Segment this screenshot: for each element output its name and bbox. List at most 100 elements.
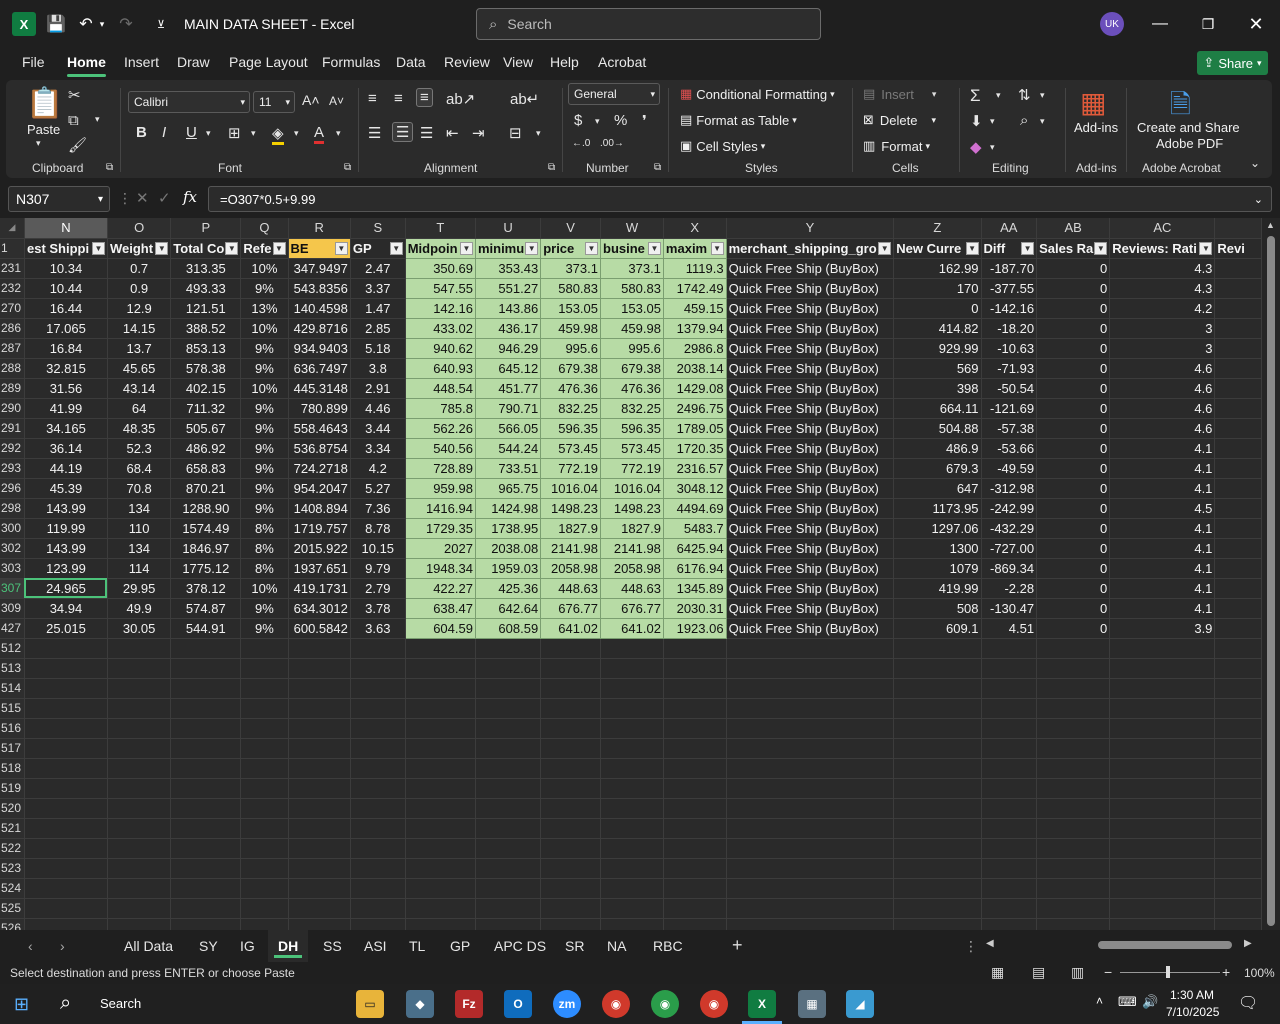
- minimize-icon[interactable]: —: [1150, 12, 1170, 36]
- cell[interactable]: [1214, 498, 1262, 519]
- sheet-tab-tl[interactable]: TL: [409, 938, 425, 954]
- cell[interactable]: [107, 758, 172, 779]
- cell[interactable]: 1416.94: [405, 498, 476, 519]
- cell[interactable]: 2.47: [350, 258, 406, 279]
- cell[interactable]: [288, 758, 351, 779]
- chevron-down-icon[interactable]: ▾: [206, 128, 211, 139]
- cell[interactable]: -50.54: [981, 378, 1038, 399]
- cell[interactable]: [981, 878, 1038, 899]
- cell[interactable]: -18.20: [981, 318, 1038, 339]
- cell[interactable]: 10%: [240, 578, 289, 599]
- cell[interactable]: 476.36: [540, 378, 601, 399]
- cell[interactable]: 121.51: [170, 298, 242, 319]
- row-number[interactable]: 232: [0, 278, 25, 299]
- cell[interactable]: [540, 678, 601, 699]
- cell[interactable]: [893, 878, 982, 899]
- align-middle-icon[interactable]: ≡: [394, 90, 403, 107]
- cell[interactable]: 52.3: [107, 438, 172, 459]
- cell[interactable]: Quick Free Ship (BuyBox): [726, 298, 895, 319]
- cell[interactable]: [600, 638, 664, 659]
- cell[interactable]: 422.27: [405, 578, 476, 599]
- cell[interactable]: 946.29: [475, 338, 542, 359]
- row-number[interactable]: 309: [0, 598, 25, 619]
- cell[interactable]: [170, 698, 242, 719]
- cell[interactable]: 2058.98: [600, 558, 664, 579]
- column-filter-header[interactable]: price ▼: [540, 238, 601, 259]
- cell[interactable]: 0: [1036, 338, 1111, 359]
- cell[interactable]: [893, 678, 982, 699]
- undo-icon[interactable]: ↶: [76, 14, 96, 34]
- row-number[interactable]: 512: [0, 638, 25, 659]
- clock-date[interactable]: 7/10/2025: [1166, 1005, 1219, 1019]
- zoom-level[interactable]: 100%: [1244, 966, 1275, 980]
- cell[interactable]: -312.98: [981, 478, 1038, 499]
- cell[interactable]: [24, 698, 108, 719]
- cell[interactable]: 48.35: [107, 418, 172, 439]
- cell[interactable]: [981, 778, 1038, 799]
- cell[interactable]: [1214, 318, 1262, 339]
- cell[interactable]: 1742.49: [663, 278, 727, 299]
- row-number[interactable]: 287: [0, 338, 25, 359]
- row-number[interactable]: 518: [0, 758, 25, 779]
- cell[interactable]: 7.36: [350, 498, 406, 519]
- zoom-slider[interactable]: [1120, 972, 1220, 973]
- cell[interactable]: 0: [1036, 478, 1111, 499]
- cell[interactable]: [475, 778, 542, 799]
- cell[interactable]: -377.55: [981, 278, 1038, 299]
- cell[interactable]: 540.56: [405, 438, 476, 459]
- cell[interactable]: [1109, 838, 1216, 859]
- cell[interactable]: 24.965: [24, 578, 108, 599]
- cell[interactable]: 929.99: [893, 338, 982, 359]
- cell[interactable]: [540, 698, 601, 719]
- cell[interactable]: 8%: [240, 558, 289, 579]
- cell[interactable]: [240, 738, 289, 759]
- cell[interactable]: 9%: [240, 598, 289, 619]
- cell[interactable]: 664.11: [893, 398, 982, 419]
- cell[interactable]: [600, 718, 664, 739]
- cell[interactable]: [1036, 758, 1111, 779]
- cell[interactable]: 1119.3: [663, 258, 727, 279]
- cell[interactable]: 43.14: [107, 378, 172, 399]
- cell[interactable]: 16.44: [24, 298, 108, 319]
- cell[interactable]: [893, 638, 982, 659]
- cell[interactable]: [350, 838, 406, 859]
- cell[interactable]: 536.8754: [288, 438, 351, 459]
- cell[interactable]: [288, 898, 351, 919]
- cell[interactable]: [981, 918, 1038, 930]
- cell[interactable]: [600, 838, 664, 859]
- cell[interactable]: 2015.922: [288, 538, 351, 559]
- cell[interactable]: 724.2718: [288, 458, 351, 479]
- cell[interactable]: 2141.98: [540, 538, 601, 559]
- cell[interactable]: 8%: [240, 538, 289, 559]
- cell[interactable]: 114: [107, 558, 172, 579]
- cell[interactable]: [663, 678, 727, 699]
- tab-data[interactable]: Data: [396, 54, 426, 70]
- zoom-app-icon[interactable]: zm: [553, 990, 581, 1018]
- cell[interactable]: [663, 918, 727, 930]
- cell[interactable]: [726, 838, 895, 859]
- cell[interactable]: 505.67: [170, 418, 242, 439]
- cell[interactable]: [726, 738, 895, 759]
- cell[interactable]: 10.34: [24, 258, 108, 279]
- cell[interactable]: 4.6: [1109, 378, 1216, 399]
- cell[interactable]: [170, 758, 242, 779]
- cell[interactable]: 445.3148: [288, 378, 351, 399]
- cell[interactable]: [350, 738, 406, 759]
- cell[interactable]: [726, 758, 895, 779]
- cell[interactable]: [170, 838, 242, 859]
- fill-icon[interactable]: ⬇: [970, 112, 983, 130]
- cell[interactable]: 2496.75: [663, 398, 727, 419]
- cell[interactable]: 4.6: [1109, 358, 1216, 379]
- cell[interactable]: [726, 818, 895, 839]
- cell[interactable]: [475, 638, 542, 659]
- cell[interactable]: [981, 658, 1038, 679]
- cell[interactable]: [24, 738, 108, 759]
- cell[interactable]: 573.45: [600, 438, 664, 459]
- row-number[interactable]: 1: [0, 238, 25, 259]
- cell[interactable]: 5.18: [350, 338, 406, 359]
- cell[interactable]: 3.44: [350, 418, 406, 439]
- cell[interactable]: 600.5842: [288, 618, 351, 639]
- cell[interactable]: [726, 858, 895, 879]
- cell[interactable]: 13%: [240, 298, 289, 319]
- cell[interactable]: 1424.98: [475, 498, 542, 519]
